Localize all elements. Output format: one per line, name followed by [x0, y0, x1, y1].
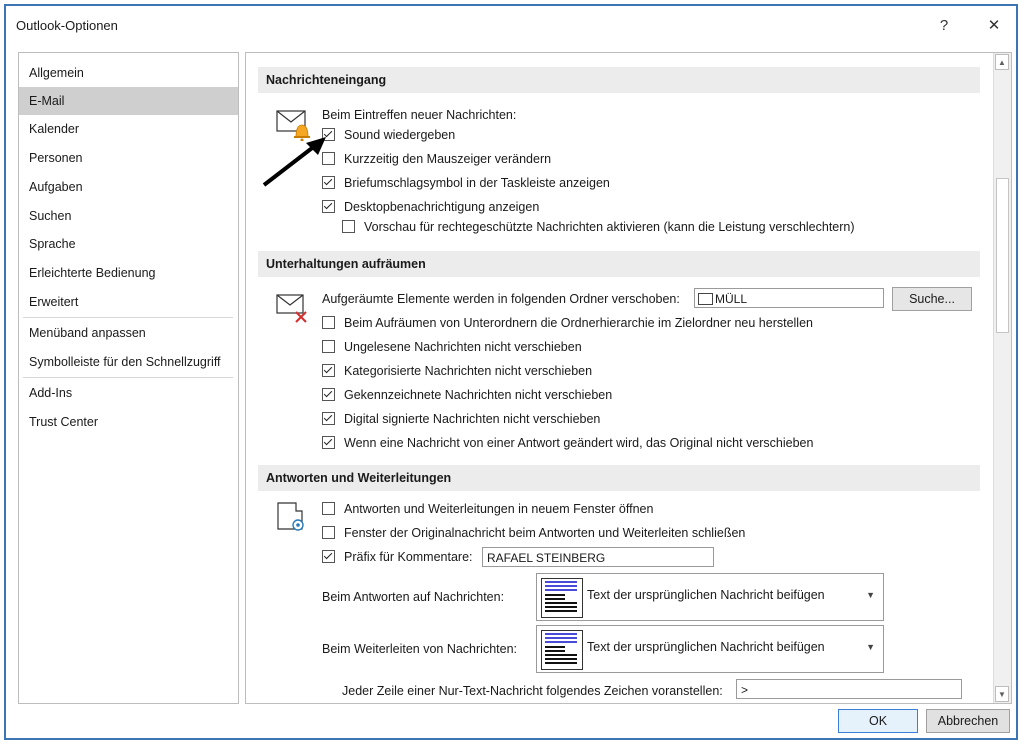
- checkbox-unread-no-move[interactable]: [322, 340, 335, 353]
- checkbox-new-window[interactable]: [322, 502, 335, 515]
- nav-item-sprache[interactable]: Sprache: [19, 230, 238, 258]
- option-label: Vorschau für rechtegeschützte Nachrichte…: [364, 220, 855, 234]
- scroll-up-icon[interactable]: ▲: [995, 54, 1009, 70]
- option-label: Gekennzeichnete Nachrichten nicht versch…: [344, 388, 613, 402]
- dialog-title: Outlook-Optionen: [16, 18, 118, 33]
- nav-item-trust-center[interactable]: Trust Center: [19, 408, 238, 436]
- forward-format-label: Beim Weiterleiten von Nachrichten:: [322, 642, 517, 656]
- checkbox-close-original[interactable]: [322, 526, 335, 539]
- nav-item-erleichterte-bedienung[interactable]: Erleichterte Bedienung: [19, 259, 238, 287]
- category-nav: Allgemein E-Mail Kalender Personen Aufga…: [18, 52, 239, 704]
- option-mouse-pointer[interactable]: Kurzzeitig den Mauszeiger verändern: [322, 149, 722, 169]
- close-button[interactable]: ✕: [974, 12, 1014, 40]
- cancel-button[interactable]: Abbrechen: [926, 709, 1010, 733]
- option-label: Kurzzeitig den Mauszeiger verändern: [344, 152, 552, 166]
- nav-item-schnellzugriff[interactable]: Symbolleiste für den Schnellzugriff: [19, 348, 238, 376]
- option-label: Kategorisierte Nachrichten nicht verschi…: [344, 364, 593, 378]
- help-button[interactable]: ?: [924, 12, 964, 40]
- cleanup-folder-label: Aufgeräumte Elemente werden in folgenden…: [322, 292, 680, 306]
- inbox-intro-text: Beim Eintreffen neuer Nachrichten:: [322, 108, 517, 122]
- title-bar: Outlook-Optionen ? ✕: [6, 6, 1016, 44]
- section-header-unterhaltungen: Unterhaltungen aufräumen: [258, 251, 980, 277]
- option-flagged-no-move[interactable]: Gekennzeichnete Nachrichten nicht versch…: [322, 385, 922, 405]
- option-signed-no-move[interactable]: Digital signierte Nachrichten nicht vers…: [322, 409, 922, 429]
- arrow-annotation-icon: [260, 133, 330, 192]
- nav-item-aufgaben[interactable]: Aufgaben: [19, 173, 238, 201]
- forward-format-dropdown[interactable]: Text der ursprünglichen Nachricht beifüg…: [536, 625, 884, 673]
- reply-settings-icon: [276, 501, 308, 538]
- nav-item-email[interactable]: E-Mail: [19, 87, 238, 115]
- nav-divider: [23, 317, 233, 318]
- checkbox-desktop-notification[interactable]: [322, 200, 335, 213]
- option-label: Fenster der Originalnachricht beim Antwo…: [344, 526, 746, 540]
- scroll-down-icon[interactable]: ▼: [995, 686, 1009, 702]
- forward-format-value: Text der ursprünglichen Nachricht beifüg…: [587, 640, 825, 654]
- option-label: Antworten und Weiterleitungen in neuem F…: [344, 502, 654, 516]
- cleanup-folder-value: MÜLL: [715, 292, 748, 306]
- option-label: Sound wiedergeben: [344, 128, 456, 142]
- plain-text-prefix-input[interactable]: >: [736, 679, 962, 699]
- search-folder-button[interactable]: Suche...: [892, 287, 972, 311]
- checkbox-categorized-no-move[interactable]: [322, 364, 335, 377]
- reply-format-dropdown[interactable]: Text der ursprünglichen Nachricht beifüg…: [536, 573, 884, 621]
- reply-format-label: Beim Antworten auf Nachrichten:: [322, 590, 505, 604]
- option-label: Briefumschlagsymbol in der Taskleiste an…: [344, 176, 610, 190]
- checkbox-signed-no-move[interactable]: [322, 412, 335, 425]
- option-label: Beim Aufräumen von Unterordnern die Ordn…: [344, 316, 813, 330]
- option-label: Digital signierte Nachrichten nicht vers…: [344, 412, 601, 426]
- nav-item-add-ins[interactable]: Add-Ins: [19, 379, 238, 407]
- outlook-options-dialog: Outlook-Optionen ? ✕ Allgemein E-Mail Ka…: [4, 4, 1018, 740]
- option-label: Präfix für Kommentare:: [344, 550, 473, 564]
- envelope-delete-icon: [276, 291, 310, 328]
- cleanup-folder-field[interactable]: MÜLL: [694, 288, 884, 308]
- option-modified-original[interactable]: Wenn eine Nachricht von einer Antwort ge…: [322, 433, 922, 453]
- nav-item-erweitert[interactable]: Erweitert: [19, 288, 238, 316]
- reply-format-value: Text der ursprünglichen Nachricht beifüg…: [587, 588, 825, 602]
- option-label: Desktopbenachrichtigung anzeigen: [344, 200, 540, 214]
- scrollbar-thumb[interactable]: [996, 178, 1009, 333]
- comment-prefix-input[interactable]: RAFAEL STEINBERG: [482, 547, 714, 567]
- checkbox-envelope-taskbar[interactable]: [322, 176, 335, 189]
- section-header-antworten: Antworten und Weiterleitungen: [258, 465, 980, 491]
- nav-item-allgemein[interactable]: Allgemein: [19, 59, 238, 87]
- option-label: Wenn eine Nachricht von einer Antwort ge…: [344, 436, 814, 450]
- nav-divider: [23, 377, 233, 378]
- option-sound[interactable]: Sound wiedergeben: [322, 125, 722, 145]
- option-label: Ungelesene Nachrichten nicht verschieben: [344, 340, 582, 354]
- checkbox-comment-prefix[interactable]: [322, 550, 335, 563]
- forward-preview-icon: [541, 630, 583, 670]
- nav-item-kalender[interactable]: Kalender: [19, 115, 238, 143]
- nav-item-suchen[interactable]: Suchen: [19, 202, 238, 230]
- chevron-down-icon: ▼: [866, 590, 875, 600]
- option-unread-no-move[interactable]: Ungelesene Nachrichten nicht verschieben: [322, 337, 922, 357]
- section-header-nachrichteneingang: Nachrichteneingang: [258, 67, 980, 93]
- option-preview-protected[interactable]: Vorschau für rechtegeschützte Nachrichte…: [342, 217, 942, 237]
- option-categorized-no-move[interactable]: Kategorisierte Nachrichten nicht verschi…: [322, 361, 922, 381]
- option-rebuild-hierarchy[interactable]: Beim Aufräumen von Unterordnern die Ordn…: [322, 313, 922, 333]
- option-new-window[interactable]: Antworten und Weiterleitungen in neuem F…: [322, 499, 922, 519]
- options-panel: Nachrichteneingang Beim Eintreffen neuer…: [245, 52, 1012, 704]
- checkbox-rebuild-hierarchy[interactable]: [322, 316, 335, 329]
- checkbox-flagged-no-move[interactable]: [322, 388, 335, 401]
- option-envelope-taskbar[interactable]: Briefumschlagsymbol in der Taskleiste an…: [322, 173, 722, 193]
- plain-text-prefix-label: Jeder Zeile einer Nur-Text-Nachricht fol…: [342, 684, 723, 698]
- checkbox-preview-protected[interactable]: [342, 220, 355, 233]
- chevron-down-icon: ▼: [866, 642, 875, 652]
- nav-item-menueband-anpassen[interactable]: Menüband anpassen: [19, 319, 238, 347]
- option-close-original[interactable]: Fenster der Originalnachricht beim Antwo…: [322, 523, 922, 543]
- checkbox-mouse-pointer[interactable]: [322, 152, 335, 165]
- vertical-scrollbar[interactable]: ▲ ▼: [993, 53, 1011, 703]
- nav-item-personen[interactable]: Personen: [19, 144, 238, 172]
- folder-icon: [698, 293, 713, 305]
- option-desktop-notification[interactable]: Desktopbenachrichtigung anzeigen: [322, 197, 722, 217]
- checkbox-modified-original[interactable]: [322, 436, 335, 449]
- ok-button[interactable]: OK: [838, 709, 918, 733]
- reply-preview-icon: [541, 578, 583, 618]
